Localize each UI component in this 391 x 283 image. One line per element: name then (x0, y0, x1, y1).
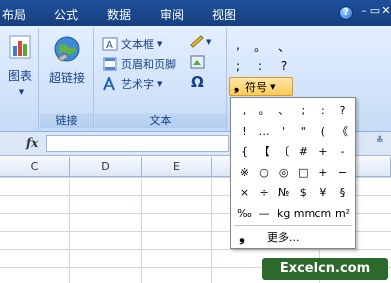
symbol-cell[interactable]: 〔 (274, 142, 293, 161)
column-header-e[interactable]: E (142, 157, 212, 177)
symbol-cell[interactable]: 《 (333, 122, 352, 141)
symbol-cell[interactable]: " (294, 122, 313, 141)
symbol-enum-comma[interactable]: 、 (278, 38, 290, 55)
symbol-cell[interactable]: - (333, 142, 352, 161)
symbol-cell[interactable]: 、 (274, 101, 293, 120)
symbol-icon: ❟ (239, 229, 245, 245)
textbox-icon: A (102, 37, 118, 51)
symbol-cell[interactable]: 。 (255, 101, 274, 120)
chevron-down-icon: ▼ (18, 88, 25, 96)
symbol-cell[interactable]: + (313, 163, 332, 182)
symbol-cell[interactable]: ¥ (313, 183, 332, 202)
symbol-icon: ❟ (234, 79, 240, 94)
chevron-down-icon: ▼ (270, 82, 276, 91)
symbol-cell[interactable]: ○ (255, 163, 274, 182)
globe-icon (54, 36, 80, 62)
symbol-cell[interactable]: ? (333, 101, 352, 120)
tab-data[interactable]: 数据 (107, 6, 131, 23)
symbol-question[interactable]: ? (278, 59, 290, 73)
symbol-cell[interactable]: § (333, 183, 352, 202)
symbol-cell[interactable]: ( (313, 122, 332, 141)
text-group: A 文本框 ▼ 页眉和页脚 艺术字 ▼ ▼ Ω 文本 (95, 28, 227, 130)
svg-text:▼: ▼ (206, 38, 212, 46)
symbol-cell[interactable]: ; (294, 101, 313, 120)
symbol-cell[interactable]: ÷ (255, 183, 274, 202)
expand-formula-icon[interactable]: ≚ (376, 136, 384, 146)
tab-view[interactable]: 视图 (212, 6, 236, 23)
symbol-semicolon[interactable]: ; (232, 59, 244, 73)
object-button[interactable] (190, 54, 206, 73)
column-header-d[interactable]: D (70, 157, 142, 177)
symbol-cell[interactable]: : (313, 101, 332, 120)
signature-icon: ▼ (190, 35, 212, 48)
tab-review[interactable]: 审阅 (160, 6, 184, 23)
symbol-button[interactable]: ❟ 符号 ▼ (229, 77, 293, 96)
hyperlink-button[interactable]: 超链接 (44, 34, 90, 94)
symbol-comma[interactable]: , (232, 38, 244, 52)
symbol-cell[interactable]: mm (294, 204, 315, 223)
symbol-cell[interactable]: m² (333, 204, 352, 223)
chevron-down-icon: ▼ (157, 80, 163, 88)
symbol-cell[interactable]: , (235, 101, 254, 120)
chart-group: 图表 ▼ (0, 28, 39, 130)
wordart-label: 艺术字 (121, 78, 154, 91)
header-footer-label: 页眉和页脚 (121, 58, 176, 71)
watermark-logo: Excelcn.com (262, 258, 388, 280)
more-symbols-label: 更多... (267, 231, 300, 244)
column-header-c[interactable]: C (0, 157, 70, 177)
svg-text:A: A (106, 40, 113, 51)
chart-button[interactable]: 图表 ▼ (4, 34, 36, 102)
symbol-cell[interactable]: □ (294, 163, 313, 182)
symbol-cell[interactable]: ※ (235, 163, 254, 182)
help-icon[interactable]: ? (339, 6, 353, 20)
symbol-dropdown: ,。、;:?!… ' "(《 {【〔 # + - ※ ○ ◎ □ + − × ÷ № $ ¥ § ‰ — kg mm cm m²… (230, 97, 356, 249)
symbol-cell[interactable]: ‰ (235, 204, 254, 223)
symbol-button-label: 符号 (245, 80, 268, 94)
symbol-cell[interactable]: cm (313, 204, 332, 223)
header-footer-icon (102, 56, 118, 72)
symbol-cell[interactable]: { (235, 142, 254, 161)
formula-input[interactable] (46, 135, 229, 152)
symbol-cell[interactable]: № (274, 183, 293, 202)
symbol-cell[interactable]: + (313, 142, 332, 161)
textbox-button[interactable]: A 文本框 ▼ (102, 35, 162, 53)
link-group-label: 链接 (40, 113, 93, 128)
symbol-period[interactable]: 。 (254, 38, 266, 55)
close-icon[interactable]: ✕ (380, 4, 391, 17)
hyperlink-button-label: 超链接 (48, 71, 85, 85)
omega-symbol-icon[interactable]: Ω (191, 73, 204, 91)
grid-line (69, 177, 70, 283)
tab-layout[interactable]: 布局 (2, 6, 26, 23)
wordart-icon (102, 75, 118, 91)
symbol-cell[interactable]: $ (294, 183, 313, 202)
chart-icon (9, 35, 31, 59)
dropdown-divider (234, 225, 352, 226)
symbol-cell[interactable]: − (333, 163, 352, 182)
symbol-cell[interactable]: … (255, 122, 274, 141)
link-group: 超链接 链接 (40, 28, 94, 130)
symbol-colon[interactable]: : (254, 59, 266, 73)
symbol-cell[interactable]: — (255, 204, 274, 223)
insert-function-icon[interactable]: fx (26, 136, 38, 150)
text-group-label: 文本 (95, 113, 226, 128)
header-footer-button[interactable]: 页眉和页脚 (102, 55, 176, 73)
signature-line-button[interactable]: ▼ (189, 34, 215, 51)
grid-line (211, 177, 212, 283)
wordart-button[interactable]: 艺术字 ▼ (102, 75, 162, 93)
symbol-cell[interactable]: ◎ (274, 163, 293, 182)
symbol-cell[interactable]: # (294, 142, 313, 161)
ribbon-tab-bar: 布局 公式 数据 审阅 视图 ? – ▭ ✕ (0, 0, 391, 26)
chart-button-label: 图表 (7, 69, 32, 83)
symbol-cell[interactable]: ! (235, 122, 254, 141)
symbol-cell[interactable]: 【 (255, 142, 274, 161)
tab-formulas[interactable]: 公式 (54, 6, 78, 23)
symbol-cell[interactable]: kg (274, 204, 293, 223)
chevron-down-icon: ▼ (157, 40, 163, 48)
more-symbols-item[interactable]: ❟ 更多... (231, 227, 355, 247)
symbol-cell[interactable]: ' (274, 122, 293, 141)
grid-line (141, 177, 142, 283)
textbox-label: 文本框 (121, 38, 154, 51)
object-icon (190, 55, 205, 69)
symbol-cell[interactable]: × (235, 183, 254, 202)
